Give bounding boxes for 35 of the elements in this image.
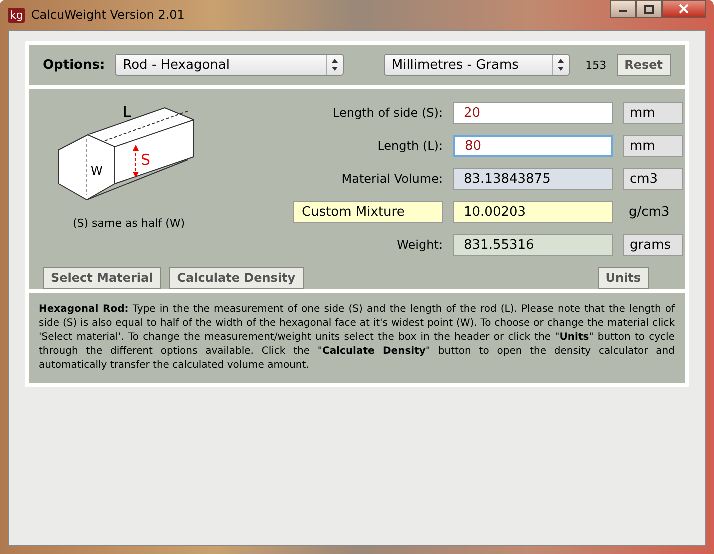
minimize-button[interactable] (610, 0, 636, 18)
close-button[interactable] (662, 0, 706, 18)
weight-field[interactable]: 831.55316 (453, 234, 613, 256)
unit-label: mm (623, 102, 683, 124)
units-dropdown[interactable]: Millimetres - Grams (384, 54, 570, 76)
units-button[interactable]: Units (598, 267, 649, 289)
app-icon: kg (8, 8, 26, 22)
field-label: Length of side (S): (332, 106, 443, 120)
diagram-caption: (S) same as half (W) (73, 217, 186, 230)
field-label: Length (L): (376, 139, 443, 153)
volume-field[interactable]: 83.13843875 (453, 168, 613, 190)
count-label: 153 (586, 58, 607, 72)
select-material-button[interactable]: Select Material (43, 267, 162, 289)
window-title: CalcuWeight Version 2.01 (31, 8, 186, 22)
unit-label: grams (623, 234, 683, 256)
field-label: Weight: (396, 238, 443, 252)
input-field[interactable]: 20 (453, 102, 613, 124)
side-label: S (141, 151, 151, 169)
help-text: Hexagonal Rod: Type in the the measurement of one side (S) and the length of the rod (L). Please note that the length of side (S) is also equal to half of the width of the hexagonal face at it's widest point (W). To choose or change the material click 'Select material'. To change the measurement/weight units select the box in the header or click the "Units" button to cycle through the different options available. Click the "Calculate Density" button to open the density calculator and automatically transfer the calculated volume amount. (38, 303, 676, 373)
field-label: Material Volume: (340, 172, 443, 186)
unit-label: g/cm3 (628, 204, 671, 222)
width-label: W (91, 164, 103, 178)
unit-label: cm3 (623, 168, 683, 190)
density-field[interactable]: 10.00203 (453, 201, 613, 223)
maximize-icon (644, 4, 654, 14)
length-label: L (123, 103, 132, 121)
input-field[interactable]: 80 (453, 135, 613, 157)
close-icon (679, 4, 689, 14)
unit-label: mm (623, 135, 683, 157)
calculate-density-button[interactable]: Calculate Density (169, 267, 304, 289)
shape-dropdown[interactable]: Rod - Hexagonal (115, 54, 344, 76)
maximize-button[interactable] (636, 0, 662, 18)
reset-button[interactable]: Reset (616, 54, 671, 76)
options-label: Options: (43, 58, 106, 72)
material-field[interactable]: Custom Mixture (293, 201, 443, 223)
